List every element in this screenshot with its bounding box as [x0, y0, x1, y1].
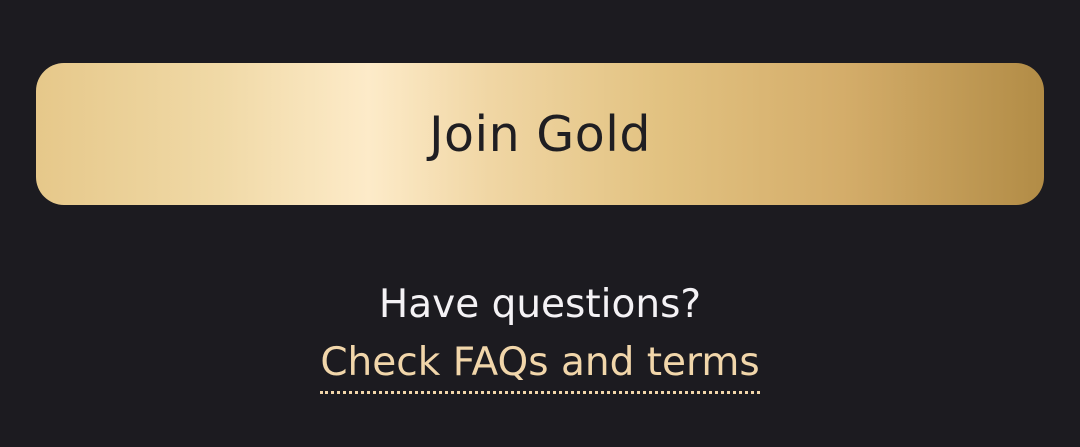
join-gold-button[interactable]: Join Gold — [36, 63, 1044, 205]
faqs-terms-link[interactable]: Check FAQs and terms — [320, 340, 760, 394]
help-link-container: Check FAQs and terms — [0, 340, 1080, 394]
help-question-text: Have questions? — [378, 282, 702, 327]
join-gold-button-label: Join Gold — [429, 105, 651, 163]
